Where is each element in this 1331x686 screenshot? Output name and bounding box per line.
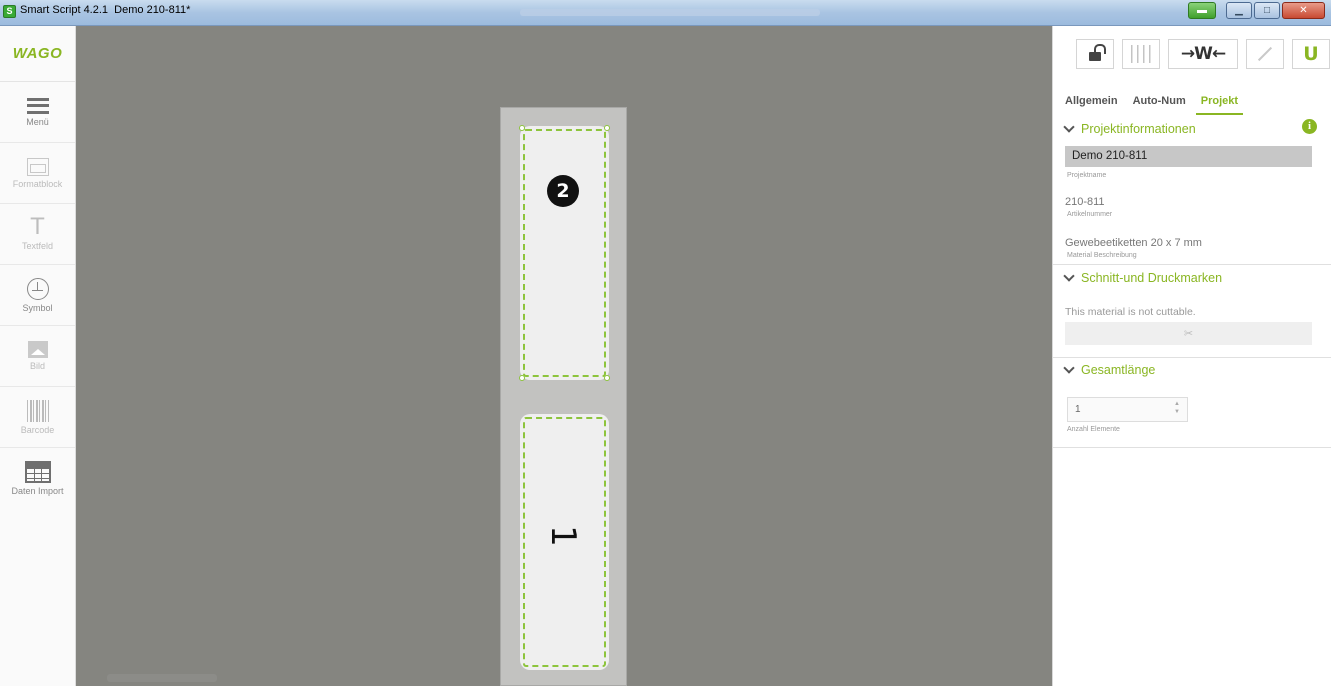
app-title: Smart Script 4.2.1: [20, 4, 109, 16]
app-icon: S: [3, 5, 16, 18]
schnitt-header[interactable]: Schnitt-und Druckmarken: [1063, 270, 1223, 285]
weight-button[interactable]: →W←: [1168, 39, 1238, 69]
chevron-down-icon: [1063, 270, 1075, 282]
panel-tabs: Allgemein Auto-Num Projekt: [1065, 95, 1244, 115]
projektinformationen-header[interactable]: Projektinformationen: [1063, 121, 1196, 136]
resize-handle[interactable]: [519, 375, 525, 381]
barcode-button[interactable]: Barcode: [0, 387, 75, 448]
resize-handle[interactable]: [519, 125, 525, 131]
extra-window-button[interactable]: ▬: [1188, 2, 1216, 19]
table-import-icon: [24, 461, 51, 483]
cut-button[interactable]: ✂: [1065, 322, 1312, 345]
image-icon: [27, 341, 48, 358]
label-card[interactable]: 1: [520, 414, 609, 670]
bars-icon: [1131, 45, 1151, 63]
project-name-field[interactable]: Demo 210-811: [1065, 146, 1312, 167]
wand-icon: [1257, 46, 1273, 62]
text-field-icon: T: [30, 214, 45, 240]
label-card-selected[interactable]: 2: [519, 125, 610, 381]
not-cuttable-message: This material is not cuttable.: [1065, 306, 1196, 318]
article-number-caption: Artikelnummer: [1067, 211, 1113, 218]
barcode-label: Barcode: [20, 424, 55, 435]
tab-allgemein[interactable]: Allgemein: [1065, 95, 1118, 115]
element-count-value: 1: [1075, 404, 1081, 415]
maximize-button[interactable]: □: [1254, 2, 1280, 19]
minimize-button[interactable]: ▁: [1226, 2, 1252, 19]
formatblock-label: Formatblock: [12, 178, 63, 189]
blurred-title-text: [520, 9, 820, 16]
wand-button[interactable]: [1246, 39, 1284, 69]
design-canvas[interactable]: 2 1: [77, 26, 1052, 686]
textfeld-label: Textfeld: [21, 240, 54, 251]
menu-icon: [26, 97, 49, 114]
material-caption: Material Beschreibung: [1067, 252, 1137, 259]
textfeld-button[interactable]: T Textfeld: [0, 204, 75, 265]
material-value: Gewebeetiketten 20 x 7 mm: [1065, 237, 1202, 249]
tab-projekt[interactable]: Projekt: [1195, 95, 1244, 115]
gesamtlaenge-title: Gesamtlänge: [1081, 363, 1156, 377]
document-title: Demo 210-811*: [114, 4, 191, 16]
blurred-watermark: [107, 674, 217, 682]
wago-logo: WAGO: [0, 26, 75, 82]
menu-button[interactable]: Menü: [0, 82, 75, 143]
element-count-stepper[interactable]: 1 ▲ ▼: [1067, 397, 1188, 422]
project-name-caption: Projektname: [1067, 172, 1107, 179]
chevron-down-icon: [1063, 121, 1075, 133]
lock-icon: [1089, 44, 1106, 61]
window-title: Smart Script 4.2.1 Demo 210-811*: [20, 4, 190, 16]
label-text: 1: [542, 525, 583, 547]
menu-label: Menü: [26, 116, 49, 127]
daten-import-label: Daten Import: [11, 486, 64, 496]
daten-import-button[interactable]: Daten Import: [0, 448, 75, 509]
properties-panel: →W← U Allgemein Auto-Num Projekt Projekt…: [1052, 26, 1331, 686]
ground-symbol-icon: [26, 277, 49, 300]
magnet-button[interactable]: U: [1292, 39, 1330, 69]
title-bar: S Smart Script 4.2.1 Demo 210-811* ▬ ▁ □…: [0, 0, 1331, 26]
schnitt-title: Schnitt-und Druckmarken: [1081, 271, 1223, 285]
divider: [1053, 264, 1331, 265]
close-button[interactable]: ✕: [1282, 2, 1325, 19]
tab-auto-num[interactable]: Auto-Num: [1133, 95, 1186, 115]
format-block-icon: [26, 157, 49, 176]
article-number-value: 210-811: [1065, 196, 1105, 208]
magnet-icon: U: [1303, 43, 1319, 65]
bars-button[interactable]: [1122, 39, 1160, 69]
window-controls: ▬ ▁ □ ✕: [1188, 2, 1325, 19]
scissors-icon: ✂: [1183, 328, 1194, 340]
stepper-arrows-icon[interactable]: ▲ ▼: [1174, 400, 1180, 416]
element-count-caption: Anzahl Elemente: [1067, 426, 1120, 433]
divider: [1053, 357, 1331, 358]
label-number-badge: 2: [547, 175, 579, 207]
symbol-button[interactable]: Symbol: [0, 265, 75, 326]
left-toolbar: WAGO Menü Formatblock T Textfeld Symbol …: [0, 26, 76, 686]
barcode-icon: [26, 399, 49, 422]
resize-handle[interactable]: [604, 125, 610, 131]
weight-icon: →W←: [1180, 44, 1226, 64]
symbol-label: Symbol: [22, 302, 53, 313]
divider: [1053, 447, 1331, 448]
label-selection-border: [523, 129, 606, 377]
bild-button[interactable]: Bild: [0, 326, 75, 387]
gesamtlaenge-header[interactable]: Gesamtlänge: [1063, 362, 1156, 377]
info-icon[interactable]: i: [1302, 119, 1317, 134]
projektinformationen-title: Projektinformationen: [1081, 122, 1196, 136]
formatblock-button[interactable]: Formatblock: [0, 143, 75, 204]
label-strip: 2 1: [500, 107, 627, 686]
chevron-down-icon: [1063, 362, 1075, 374]
panel-toolbar: →W← U: [1076, 39, 1330, 69]
resize-handle[interactable]: [604, 375, 610, 381]
lock-button[interactable]: [1076, 39, 1114, 69]
bild-label: Bild: [29, 361, 45, 371]
